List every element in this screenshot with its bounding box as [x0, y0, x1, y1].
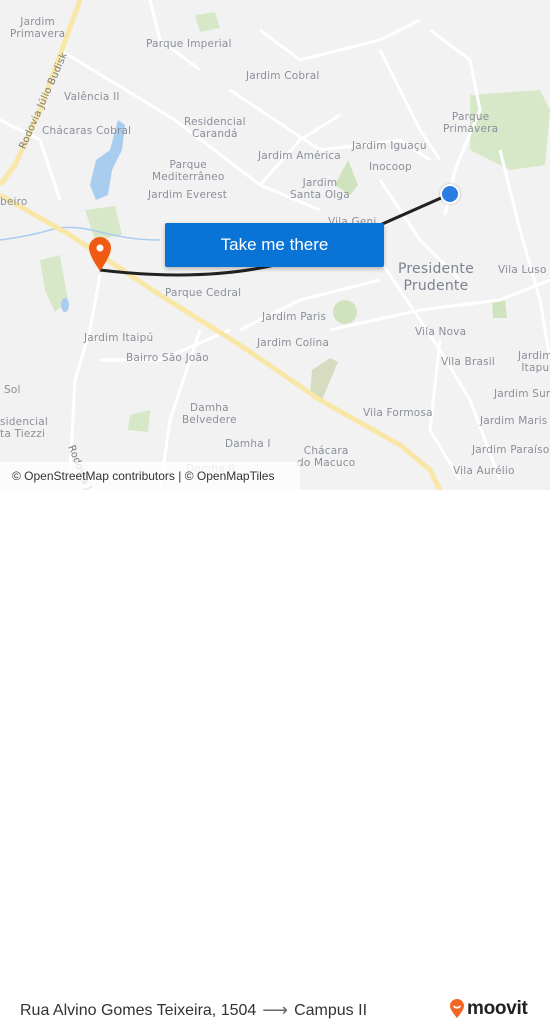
neighborhood-label: Sol: [4, 384, 21, 396]
neighborhood-label: Jardim Primavera: [10, 16, 66, 40]
neighborhood-label: beiro: [0, 196, 28, 208]
location-dot-icon[interactable]: [440, 184, 460, 204]
neighborhood-label: Jardim Cobral: [246, 70, 320, 82]
neighborhood-label: Parque Mediterrâneo: [152, 159, 225, 183]
neighborhood-label: Inocoop: [369, 161, 412, 173]
park-area: [492, 300, 507, 318]
park-area: [195, 12, 220, 32]
neighborhood-label: Damha I: [225, 438, 271, 450]
pond: [61, 298, 69, 312]
river: [0, 226, 161, 241]
neighborhood-label: Jardim Sur: [494, 388, 550, 400]
map-view[interactable]: Jardim Primavera Parque Imperial Jardim …: [0, 0, 550, 490]
arrow-right-icon: ⟶: [262, 1000, 289, 1020]
map-attribution[interactable]: © OpenStreetMap contributors | © OpenMap…: [0, 462, 300, 490]
neighborhood-label: Damha Belvedere: [182, 402, 237, 426]
neighborhood-label: Jardim Iguaçu: [352, 140, 427, 152]
route-summary: Rua Alvino Gomes Teixeira, 1504 ⟶ Campus…: [20, 1000, 367, 1021]
moovit-logo[interactable]: moovit: [449, 998, 528, 1020]
neighborhood-label: Vila Luso: [498, 264, 547, 276]
brand-name: moovit: [467, 998, 528, 1019]
map-pin-icon[interactable]: [88, 236, 112, 272]
neighborhood-label: Jardim Paris: [262, 311, 327, 323]
neighborhood-label: Parque Cedral: [165, 287, 242, 299]
neighborhood-label: sidencial ta Tiezzi: [0, 416, 49, 440]
neighborhood-label: Jardim Santa Olga: [290, 177, 350, 201]
neighborhood-label: Jardim Itapu: [518, 350, 550, 374]
neighborhood-label: Valência II: [64, 91, 120, 103]
neighborhood-label: Jardim Maris: [480, 415, 548, 427]
neighborhood-label: Jardim Paraíso: [472, 444, 550, 456]
neighborhood-label: Jardim Itaipú: [84, 332, 154, 344]
footer-bar: Rua Alvino Gomes Teixeira, 1504 ⟶ Campus…: [0, 490, 550, 1020]
park-area: [333, 300, 357, 324]
neighborhood-label: Bairro São João: [126, 352, 209, 364]
neighborhood-label: Parque Imperial: [146, 38, 232, 50]
neighborhood-label: Residencial Carandá: [184, 116, 246, 140]
neighborhood-label: Jardim América: [258, 150, 341, 162]
neighborhood-label: Parque Primavera: [443, 111, 499, 135]
origin-label: Rua Alvino Gomes Teixeira, 1504: [20, 1001, 257, 1019]
neighborhood-label: Jardim Colina: [257, 337, 330, 349]
neighborhood-label: Vila Brasil: [441, 356, 496, 368]
neighborhood-label: Vila Formosa: [363, 407, 433, 419]
moovit-pin-icon: [450, 999, 464, 1018]
neighborhood-label: Chácaras Cobral: [42, 125, 132, 137]
neighborhood-label: Jardim Everest: [148, 189, 228, 201]
park-area: [85, 206, 122, 240]
park-area: [128, 410, 150, 432]
city-label: Presidente Prudente: [398, 261, 474, 294]
neighborhood-label: Vila Aurélio: [453, 465, 515, 477]
take-me-there-button[interactable]: Take me there: [165, 223, 384, 267]
neighborhood-label: Chácara do Macuco: [297, 445, 356, 469]
neighborhood-label: Vila Nova: [415, 326, 467, 338]
destination-label: Campus II: [294, 1001, 368, 1019]
